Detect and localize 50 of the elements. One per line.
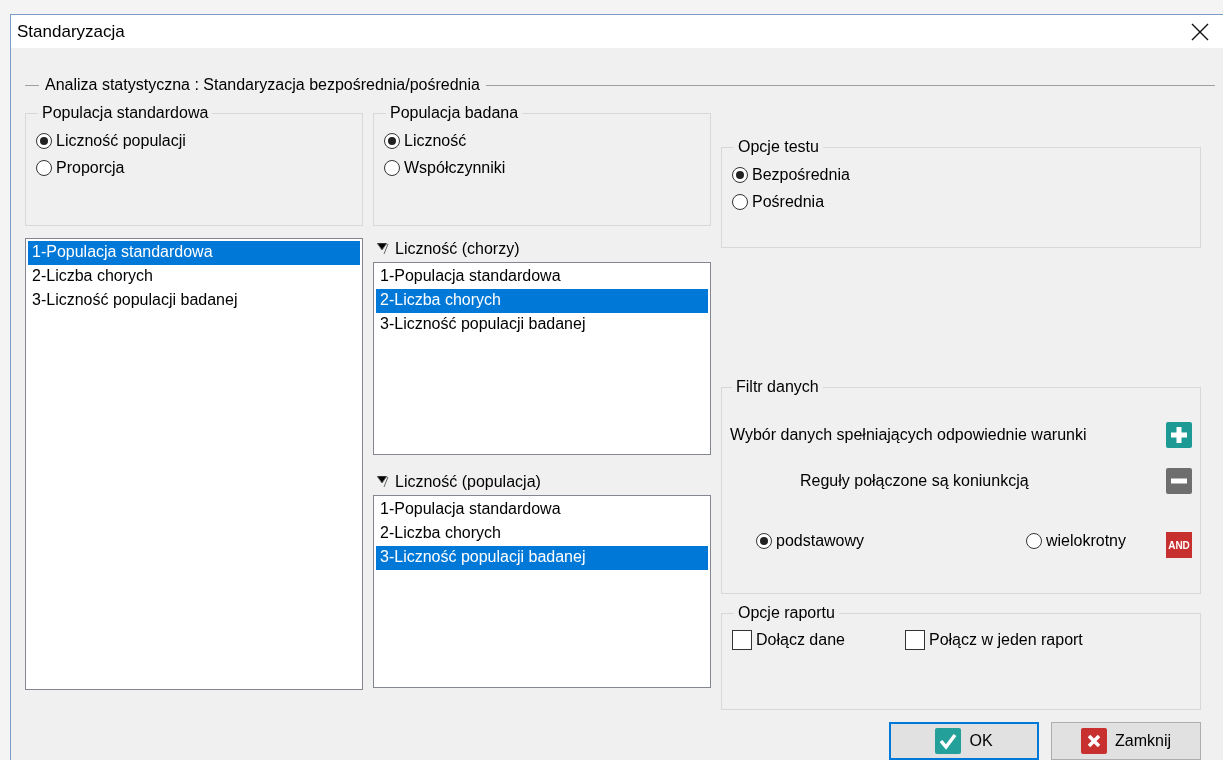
- list-item[interactable]: 2-Liczba chorych: [28, 265, 360, 289]
- funnel-icon: [377, 243, 391, 255]
- radio-option[interactable]: Bezpośrednia: [732, 166, 850, 184]
- funnel-icon: [377, 476, 391, 488]
- list-label: Liczność (chorzy): [395, 240, 520, 258]
- radio-button[interactable]: [732, 194, 748, 210]
- cross-icon: [1081, 728, 1107, 754]
- remove-icon[interactable]: [1166, 468, 1192, 494]
- list-item[interactable]: 2-Liczba chorych: [376, 289, 708, 313]
- radio-button[interactable]: [384, 160, 400, 176]
- close-icon[interactable]: [1191, 22, 1209, 41]
- radio-button[interactable]: [1025, 533, 1042, 549]
- radio-option[interactable]: Pośrednia: [732, 193, 825, 211]
- group-title: Populacja standardowa: [41, 104, 210, 122]
- filter-label: Reguły połączone są koniunkcją: [800, 472, 1029, 490]
- radio-option[interactable]: Liczność populacji: [36, 132, 186, 150]
- radio-button[interactable]: [384, 133, 400, 149]
- radio-option[interactable]: Współczynniki: [384, 159, 506, 177]
- list-item[interactable]: 3-Liczność populacji badanej: [28, 289, 360, 313]
- radio-button[interactable]: [36, 160, 52, 176]
- checkbox[interactable]: [904, 630, 925, 650]
- list-label: Liczność (populacja): [395, 473, 541, 491]
- add-icon[interactable]: [1166, 422, 1192, 448]
- list-item[interactable]: 1-Populacja standardowa: [28, 241, 360, 265]
- dialog-button[interactable]: Zamknij: [1051, 722, 1201, 760]
- radio-option[interactable]: podstawowy: [756, 532, 865, 550]
- filter-label: Wybór danych spełniających odpowiednie warunki: [730, 426, 1087, 444]
- checkbox[interactable]: [732, 630, 752, 650]
- list-item[interactable]: 3-Liczność populacji badanej: [376, 313, 708, 337]
- list-item[interactable]: 2-Liczba chorych: [376, 522, 708, 546]
- check-icon: [935, 728, 962, 754]
- checkbox-option[interactable]: Połącz w jeden raport: [904, 630, 1083, 650]
- list-item[interactable]: 1-Populacja standardowa: [376, 498, 708, 522]
- radio-button[interactable]: [732, 167, 748, 183]
- checkbox-option[interactable]: Dołącz dane: [732, 630, 845, 650]
- list-item[interactable]: 1-Populacja standardowa: [376, 265, 708, 289]
- radio-button[interactable]: [756, 533, 772, 549]
- group-title: Opcje raportu: [737, 604, 836, 622]
- radio-option[interactable]: Proporcja: [36, 159, 125, 177]
- window-title: Standaryzacja: [17, 21, 125, 42]
- radio-button[interactable]: [36, 133, 52, 149]
- list-item[interactable]: 3-Liczność populacji badanej: [376, 546, 708, 570]
- group-title: Opcje testu: [737, 138, 820, 156]
- group-title: Filtr danych: [735, 378, 820, 396]
- group-title: Populacja badana: [389, 104, 520, 122]
- dialog-button[interactable]: OK: [889, 722, 1039, 760]
- radio-option[interactable]: Liczność: [384, 132, 467, 150]
- and-button[interactable]: AND: [1166, 532, 1192, 558]
- radio-option[interactable]: wielokrotny: [1025, 532, 1126, 550]
- section-title: Analiza statystyczna : Standaryzacja bezpośrednia/pośrednia: [45, 76, 480, 94]
